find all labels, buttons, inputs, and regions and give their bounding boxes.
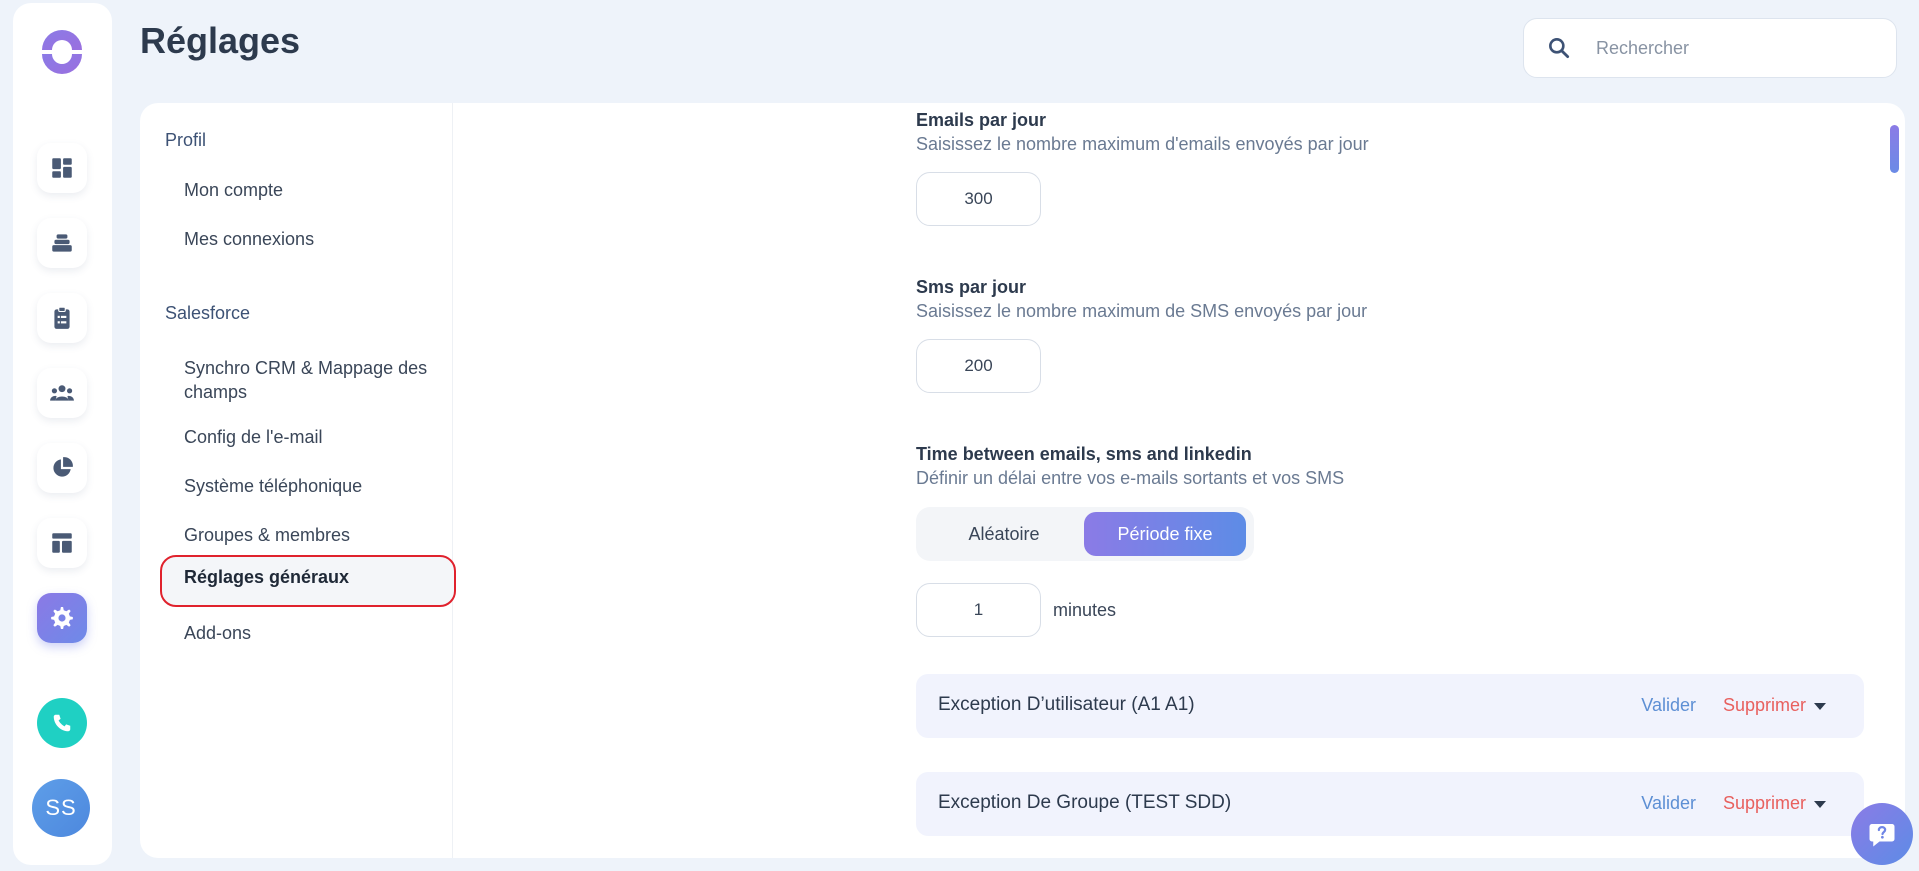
sms-per-day-title: Sms par jour [916, 277, 1027, 297]
nav-item-mes-connexions[interactable]: Mes connexions [160, 219, 456, 259]
exception-row-group[interactable]: Exception De Groupe (TEST SDD) Valider S… [916, 772, 1864, 836]
exception-validate-button[interactable]: Valider [1641, 695, 1696, 716]
dashboard-nav-button[interactable] [37, 143, 87, 193]
exception-delete-button[interactable]: Supprimer [1723, 793, 1806, 814]
page-title: Réglages [140, 20, 301, 61]
help-chat-button[interactable] [1851, 803, 1913, 865]
exception-delete-button[interactable]: Supprimer [1723, 695, 1806, 716]
clipboard-icon [54, 306, 70, 329]
nav-group-salesforce: Salesforce [165, 303, 251, 323]
search-icon [1549, 38, 1570, 59]
nav-item-groupes-membres[interactable]: Groupes & membres [160, 515, 456, 555]
dashboard-icon [52, 158, 72, 178]
user-avatar[interactable]: SS [32, 779, 90, 837]
delay-value-input[interactable]: 1 [916, 583, 1041, 637]
reports-nav-button[interactable] [37, 443, 87, 493]
exception-row-user[interactable]: Exception D’utilisateur (A1 A1) Valider … [916, 674, 1864, 738]
nav-item-config-email[interactable]: Config de l'e-mail [160, 417, 456, 457]
delay-mode-toggle: Aléatoire Période fixe [916, 507, 1254, 561]
team-nav-button[interactable] [37, 368, 87, 418]
emails-per-day-title: Emails par jour [916, 110, 1047, 130]
gear-icon [51, 606, 73, 629]
nav-item-synchro-crm[interactable]: Synchro CRM & Mappage des champs [160, 348, 456, 412]
search-input[interactable] [1596, 37, 1876, 59]
nav-item-reglages-generaux[interactable]: Réglages généraux [160, 555, 456, 607]
caret-down-icon[interactable] [1814, 801, 1826, 808]
phone-button[interactable] [37, 698, 87, 748]
nav-group-profil: Profil [165, 130, 207, 150]
phone-icon [53, 714, 71, 732]
settings-nav-button[interactable] [37, 593, 87, 643]
time-between-title: Time between emails, sms and linkedin [916, 444, 1252, 464]
exception-validate-button[interactable]: Valider [1641, 793, 1696, 814]
time-between-description: Définir un délai entre vos e-mails sorta… [916, 468, 1345, 488]
layout-icon [52, 533, 72, 553]
nav-item-add-ons[interactable]: Add-ons [160, 613, 456, 653]
toggle-option-periode-fixe[interactable]: Période fixe [1084, 512, 1246, 556]
settings-card: Profil Mon compte Mes connexions Salesfo… [140, 103, 1905, 858]
exception-title: Exception D’utilisateur (A1 A1) [938, 694, 1195, 715]
layers-icon [52, 234, 72, 252]
layers-nav-button[interactable] [37, 218, 87, 268]
emails-per-day-description: Saisissez le nombre maximum d'emails env… [916, 134, 1369, 154]
tasks-nav-button[interactable] [37, 293, 87, 343]
exception-title: Exception De Groupe (TEST SDD) [938, 792, 1232, 813]
toggle-option-aleatoire[interactable]: Aléatoire [922, 512, 1086, 556]
emails-per-day-input[interactable]: 300 [916, 172, 1041, 226]
delay-unit-label: minutes [1053, 600, 1117, 620]
scrollbar-thumb[interactable] [1890, 125, 1899, 173]
team-icon [50, 385, 74, 401]
settings-nav: Profil Mon compte Mes connexions Salesfo… [140, 103, 456, 858]
icon-rail: SS [13, 3, 112, 865]
templates-nav-button[interactable] [37, 518, 87, 568]
app-logo[interactable] [36, 26, 88, 78]
pie-chart-icon [53, 457, 73, 477]
nav-item-mon-compte[interactable]: Mon compte [160, 170, 456, 210]
help-bubble-icon [1869, 824, 1895, 847]
search-bar[interactable] [1523, 18, 1897, 78]
nav-item-systeme-telephonique[interactable]: Système téléphonique [160, 466, 456, 506]
sms-per-day-input[interactable]: 200 [916, 339, 1041, 393]
caret-down-icon[interactable] [1814, 703, 1826, 710]
sms-per-day-description: Saisissez le nombre maximum de SMS envoy… [916, 301, 1368, 321]
